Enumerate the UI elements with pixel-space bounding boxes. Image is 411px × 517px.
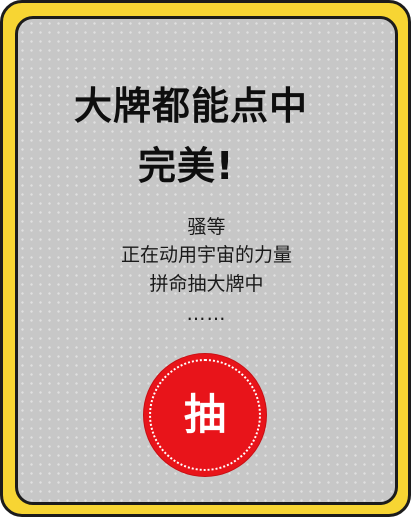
message-line-1: 骚等 [187, 216, 226, 238]
headline-line-1: 大牌都能点中 [74, 84, 309, 128]
outer-frame: 大牌都能点中 完美! 骚等 正在动用宇宙的力量 拼命抽大牌中 …… 抽 [0, 0, 411, 517]
draw-card: 大牌都能点中 完美! 骚等 正在动用宇宙的力量 拼命抽大牌中 …… 抽 [15, 16, 398, 505]
draw-button[interactable]: 抽 [144, 354, 266, 476]
headline-line-2: 完美! [138, 144, 235, 188]
message-ellipsis: …… [186, 303, 227, 325]
draw-button-label: 抽 [183, 390, 226, 439]
message-line-2: 正在动用宇宙的力量 [120, 244, 292, 266]
message-line-3: 拼命抽大牌中 [149, 273, 264, 295]
